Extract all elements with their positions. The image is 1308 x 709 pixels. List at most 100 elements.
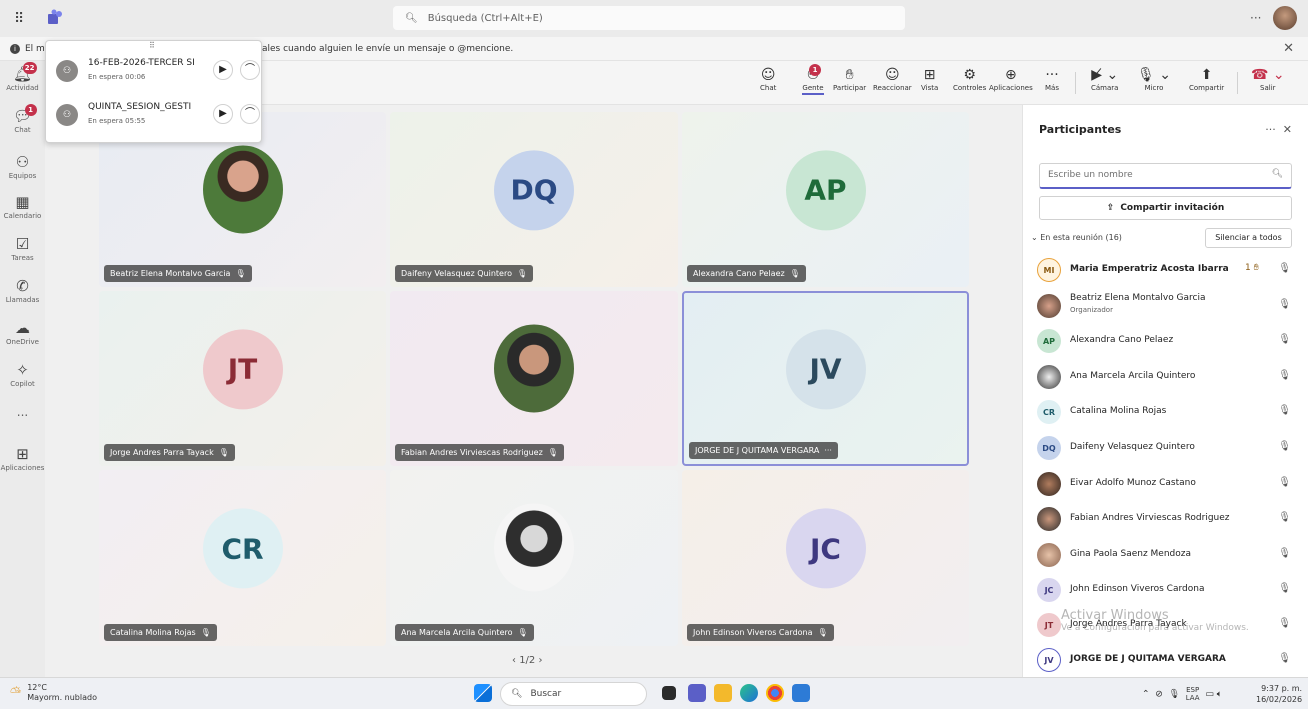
teams-logo-icon[interactable] — [46, 9, 64, 27]
start-icon[interactable] — [474, 684, 492, 702]
chevron-left-icon[interactable]: ‹ — [512, 655, 516, 666]
more-options-icon[interactable]: ··· — [1250, 11, 1261, 25]
section-header[interactable]: ⌄ En esta reunión (16) — [1031, 233, 1122, 242]
resume-icon[interactable]: ▶ — [213, 60, 233, 80]
toolbar-divider — [1237, 72, 1238, 94]
held-calls-popup: ⠿ ⚇ 16-FEB-2026-TERCER SI En espera 00:0… — [45, 40, 262, 143]
participant-row[interactable]: JC John Edinson Viveros Cardona 🎙︎ — [1037, 575, 1297, 605]
initials-avatar: JV — [785, 328, 866, 409]
people-icon: ⚇1 — [797, 64, 829, 84]
video-tile[interactable]: AP Alexandra Cano Pelaez 🎙︎ — [682, 112, 969, 287]
mic-icon[interactable]: 🎙︎ — [1169, 690, 1180, 700]
rail-item-calendario[interactable]: ▦ Calendario — [0, 193, 45, 220]
taskbar-search[interactable]: 🔍︎ Buscar — [500, 682, 647, 706]
avatar — [1037, 543, 1061, 567]
controls-button[interactable]: ⚙ Controles — [953, 66, 986, 92]
store-icon[interactable] — [792, 684, 810, 702]
react-button[interactable]: ☺ Reaccionar — [873, 66, 912, 92]
raise-hand-button[interactable]: ✋︎ Participar — [833, 66, 866, 92]
name-tag: Alexandra Cano Pelaez 🎙︎ — [687, 265, 806, 282]
weather-widget[interactable]: ⛅︎ 12°C Mayorm. nublado — [10, 683, 97, 703]
avatar[interactable] — [1273, 6, 1297, 30]
display-icon[interactable]: ▭ — [1205, 690, 1214, 700]
speaker-icon[interactable]: 🔈︎ — [1217, 690, 1222, 700]
copilot-icon: ✧ — [16, 361, 29, 379]
chat-button[interactable]: ☺ Chat — [760, 66, 776, 92]
name-tag: John Edinson Viveros Cardona 🎙︎ — [687, 624, 834, 641]
view-button[interactable]: ⊞ Vista — [921, 66, 938, 92]
grid-view-icon: ⊞ — [923, 67, 936, 83]
initials-avatar: AP — [785, 149, 866, 230]
raised-hand-badge: 1 ✋︎ — [1245, 263, 1259, 273]
video-tile[interactable]: CR Catalina Molina Rojas 🎙︎ — [99, 470, 386, 646]
mic-on-icon: 🎙︎ — [1278, 653, 1291, 664]
rail-item-onedrive[interactable]: ☁ OneDrive — [0, 319, 45, 346]
video-tile[interactable]: Ana Marcela Arcila Quintero 🎙︎ — [390, 470, 678, 646]
mute-all-button[interactable]: Silenciar a todos — [1205, 228, 1292, 248]
held-call[interactable]: ⚇ QUINTA_SESIÓN_GESTI En espera 05:55 ▶ … — [56, 99, 260, 139]
teams-app-icon[interactable] — [688, 684, 706, 702]
more-button[interactable]: ··· Más — [1045, 66, 1059, 92]
network-icon[interactable]: ⊘ — [1155, 690, 1163, 700]
drag-handle-icon[interactable]: ⠿ — [149, 41, 155, 50]
chevron-right-icon[interactable]: › — [538, 655, 542, 666]
camera-button[interactable]: ▶̸ ⌄ Cámara — [1091, 66, 1118, 92]
share-button[interactable]: ⬆ Compartir — [1189, 66, 1224, 92]
participant-row[interactable]: CR Catalina Molina Rojas 🎙︎ — [1037, 397, 1297, 427]
participant-row[interactable]: Beatriz Elena Montalvo Garcia Organizador… — [1037, 291, 1297, 321]
task-view-icon[interactable] — [662, 686, 676, 700]
rail-item-llamadas[interactable]: ✆ Llamadas — [0, 277, 45, 304]
hang-up-icon[interactable]: ⌒ — [240, 104, 260, 124]
initials-avatar: DQ — [494, 149, 574, 230]
resume-icon[interactable]: ▶ — [213, 104, 233, 124]
edge-icon[interactable] — [740, 684, 758, 702]
close-icon[interactable]: ✕ — [1283, 123, 1292, 136]
file-explorer-icon[interactable] — [714, 684, 732, 702]
video-tile[interactable]: Fabian Andres Virviescas Rodriguez 🎙︎ — [390, 291, 678, 466]
chevron-up-icon[interactable]: ⌃ — [1142, 690, 1150, 700]
weather-cloud-icon: ⛅︎ — [10, 685, 22, 701]
hang-up-icon[interactable]: ⌒ — [240, 60, 260, 80]
avatar: MI — [1037, 258, 1061, 282]
people-button[interactable]: ⚇1Gente — [797, 64, 829, 95]
held-call[interactable]: ⚇ 16-FEB-2026-TERCER SI En espera 00:06 … — [56, 55, 260, 95]
mic-muted-icon: 🎙︎ — [516, 269, 528, 278]
language-indicator[interactable]: ESP LAA — [1186, 686, 1200, 702]
windows-taskbar: ⛅︎ 12°C Mayorm. nublado 🔍︎ Buscar ⌃ ⊘ 🎙︎ ES… — [0, 677, 1308, 709]
rail-item-actividad[interactable]: 🔔︎ 22 Actividad — [0, 62, 45, 92]
participant-row[interactable]: Gina Paola Saenz Mendoza 🎙︎ — [1037, 540, 1297, 570]
mic-button[interactable]: 🎙︎ ⌄ Micro — [1137, 66, 1171, 92]
search-input[interactable]: 🔍︎ Búsqueda (Ctrl+Alt+E) — [393, 6, 905, 30]
participant-row[interactable]: Eivar Adolfo Munoz Castano 🎙︎ — [1037, 469, 1297, 499]
rail-item-tareas[interactable]: ☑ Tareas — [0, 235, 45, 262]
search-icon: 🔍︎ — [511, 689, 523, 699]
smile-icon: ☺ — [885, 67, 900, 83]
participant-row[interactable]: MI Maria Emperatriz Acosta Ibarra 1 ✋︎ 🎙︎ — [1037, 255, 1297, 285]
video-tile[interactable]: JT Jorge Andres Parra Tayack 🎙︎ — [99, 291, 386, 466]
video-tile-active[interactable]: JV JORGE DE J QUITAMA VERGARA ··· — [682, 291, 969, 466]
mic-muted-icon: 🎙︎ — [547, 448, 558, 457]
participant-row[interactable]: Fabian Andres Virviescas Rodriguez 🎙︎ — [1037, 504, 1297, 534]
chrome-icon[interactable] — [766, 684, 784, 702]
rail-item-more[interactable]: ... — [0, 405, 45, 419]
more-icon[interactable]: ··· — [1265, 123, 1276, 136]
close-icon[interactable]: ✕ — [1283, 41, 1294, 56]
mic-muted-icon: 🎙︎ — [817, 628, 828, 637]
app-launcher-icon[interactable]: ⠿ — [14, 11, 24, 27]
rail-item-equipos[interactable]: ⚇ Equipos — [0, 153, 45, 180]
participant-row[interactable]: JV JORGE DE J QUITAMA VERGARA 🎙︎ — [1037, 645, 1297, 675]
participant-row[interactable]: Ana Marcela Arcila Quintero 🎙︎ — [1037, 362, 1297, 392]
clock[interactable]: 9:37 p. m. 16/02/2026 — [1256, 683, 1302, 705]
rail-item-chat[interactable]: 💬︎ 1 Chat — [0, 104, 45, 134]
rail-item-copilot[interactable]: ✧ Copilot — [0, 361, 45, 388]
video-tile[interactable]: DQ Daifeny Velasquez Quintero 🎙︎ — [390, 112, 678, 287]
participant-row[interactable]: AP Alexandra Cano Pelaez 🎙︎ — [1037, 326, 1297, 356]
share-invite-button[interactable]: ⇪ Compartir invitación — [1039, 196, 1292, 220]
video-tile[interactable]: JC John Edinson Viveros Cardona 🎙︎ — [682, 470, 969, 646]
participant-row[interactable]: DQ Daifeny Velasquez Quintero 🎙︎ — [1037, 433, 1297, 463]
apps-button[interactable]: ⊕ Aplicaciones — [989, 66, 1033, 92]
leave-button[interactable]: ☎ ⌄ Salir — [1251, 66, 1285, 92]
participant-search-input[interactable]: Escribe un nombre 🔍︎ — [1039, 163, 1292, 189]
mic-muted-icon: 🎙︎ — [1278, 583, 1291, 594]
rail-item-aplicaciones[interactable]: ⊞ Aplicaciones — [0, 445, 45, 472]
